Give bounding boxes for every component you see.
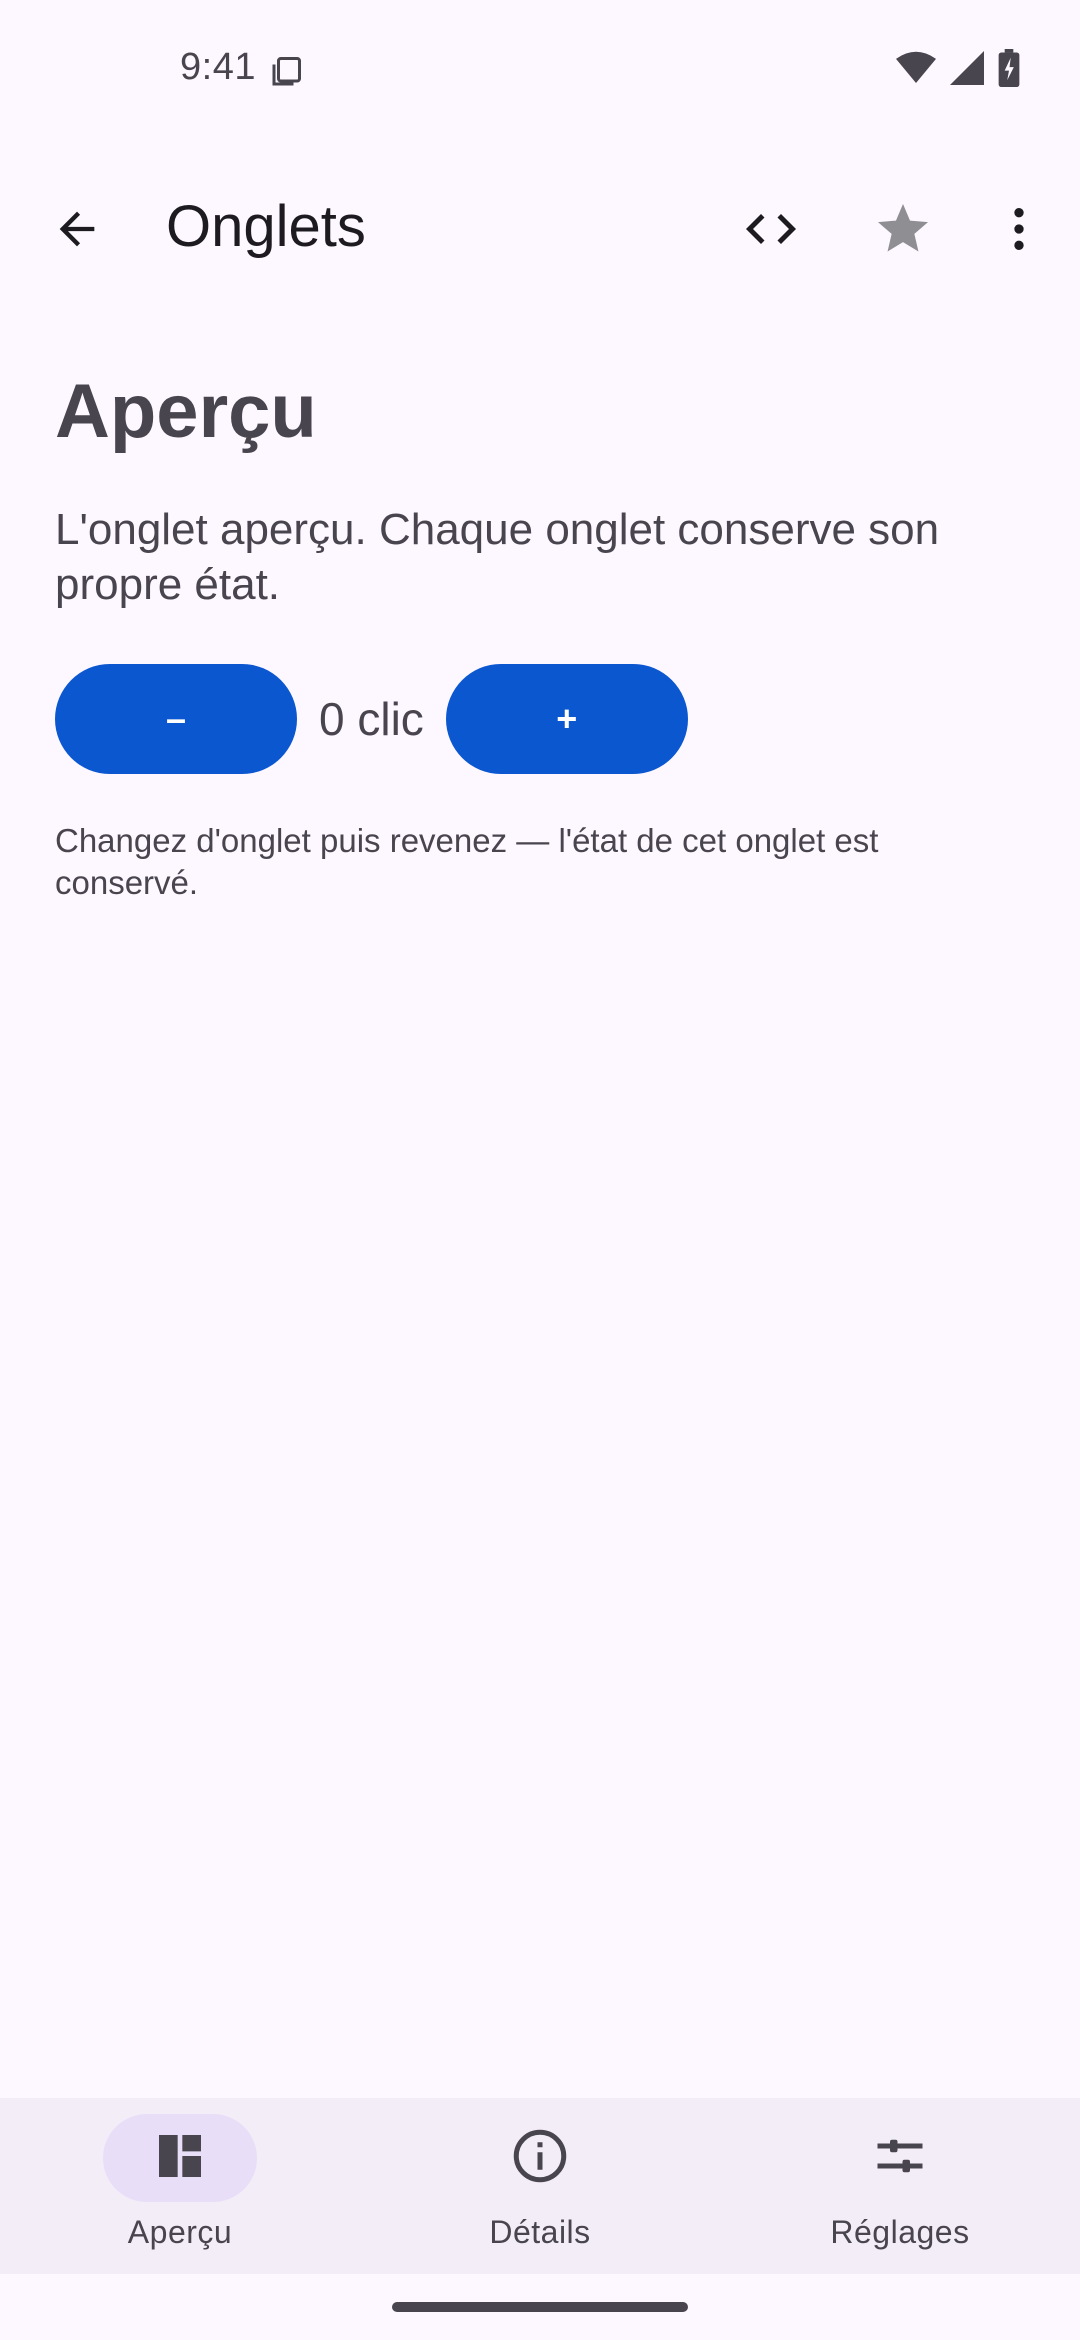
nav-item-details[interactable]: Détails — [360, 2098, 720, 2274]
nav-item-apercu[interactable]: Aperçu — [0, 2098, 360, 2274]
nav-item-reglages[interactable]: Réglages — [720, 2098, 1080, 2274]
tab-heading: Aperçu — [55, 369, 317, 454]
dashboard-icon — [152, 2128, 208, 2189]
back-arrow-icon — [51, 203, 103, 260]
nav-label: Réglages — [830, 2214, 970, 2250]
info-icon — [510, 2126, 570, 2191]
cell-signal-icon — [950, 50, 984, 90]
tab-content: Aperçu L'onglet aperçu. Chaque onglet co… — [55, 370, 1025, 612]
gesture-handle[interactable] — [392, 2302, 688, 2312]
click-counter: – 0 clic + — [55, 664, 688, 774]
screenshot-icon — [268, 54, 304, 90]
state-hint: Changez d'onglet puis revenez — l'état d… — [55, 822, 879, 902]
tab-description: L'onglet aperçu. Chaque onglet conserve … — [55, 504, 940, 609]
favorite-button[interactable] — [862, 190, 944, 272]
nav-indicator — [823, 2114, 977, 2202]
nav-label: Détails — [489, 2214, 591, 2250]
counter-value: 0 clic — [319, 693, 424, 745]
top-app-bar: Onglets — [0, 160, 1080, 290]
more-options-button[interactable] — [978, 190, 1060, 272]
back-button[interactable] — [36, 190, 118, 272]
wifi-icon — [896, 51, 936, 90]
code-icon — [741, 199, 801, 264]
star-icon — [873, 199, 933, 264]
app-bar-title: Onglets — [166, 194, 366, 259]
increment-button[interactable]: + — [445, 664, 688, 774]
bottom-navigation: Aperçu Détails Réglages — [0, 2098, 1080, 2274]
decrement-button[interactable]: – — [55, 664, 297, 774]
nav-active-indicator — [103, 2114, 257, 2202]
more-vert-icon — [991, 201, 1047, 262]
status-time: 9:41 — [180, 46, 256, 88]
nav-label: Aperçu — [127, 2214, 233, 2250]
tune-icon — [870, 2126, 930, 2191]
status-indicators — [896, 48, 1020, 92]
nav-indicator — [463, 2114, 617, 2202]
status-bar: 9:41 — [0, 0, 1080, 140]
battery-charging-icon — [998, 48, 1020, 92]
code-button[interactable] — [730, 190, 812, 272]
